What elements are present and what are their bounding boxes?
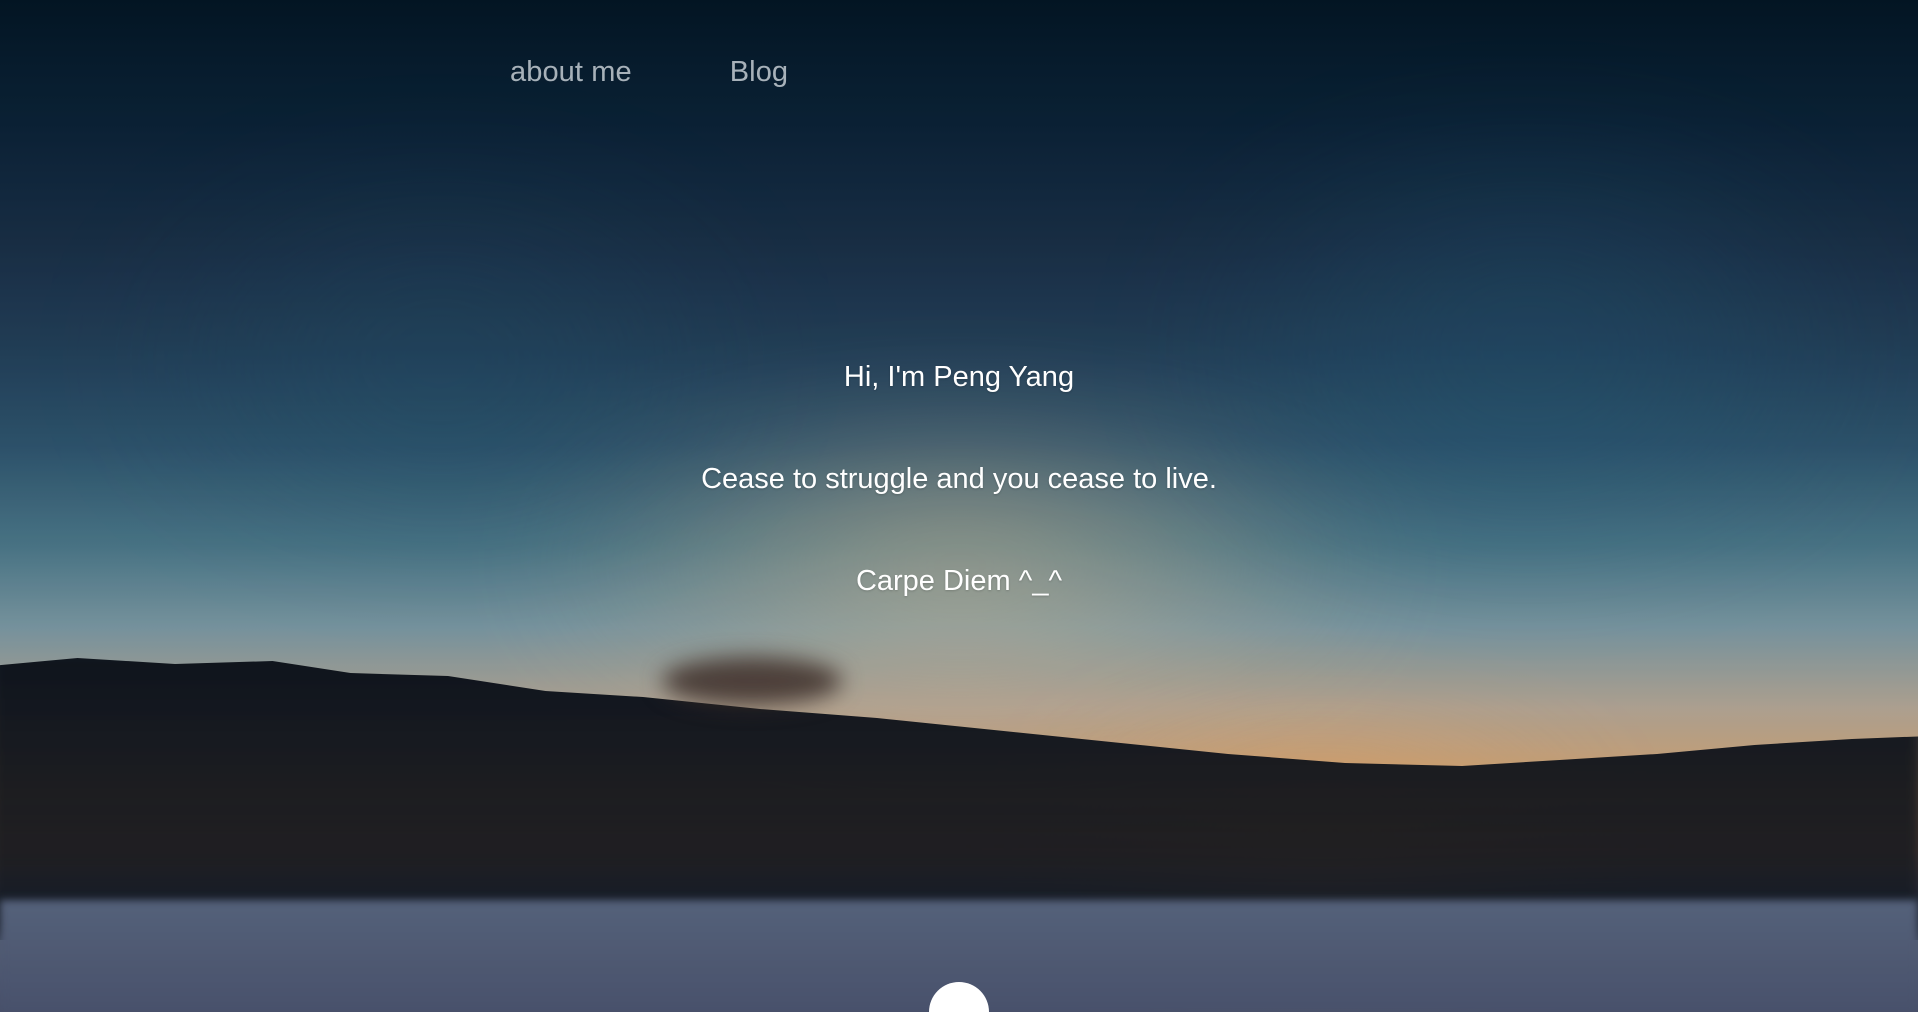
- top-navigation: about me Blog: [510, 56, 788, 89]
- hero-section: Hi, I'm Peng Yang Cease to struggle and …: [0, 360, 1918, 598]
- nav-blog-link[interactable]: Blog: [730, 56, 788, 89]
- nav-about-me-link[interactable]: about me: [510, 56, 632, 89]
- hero-greeting: Hi, I'm Peng Yang: [843, 361, 1075, 393]
- homepage: about me Blog Hi, I'm Peng Yang Cease to…: [0, 0, 1918, 1012]
- hero-quote: Cease to struggle and you cease to live.: [701, 462, 1217, 495]
- hero-tagline: Carpe Diem ^_^: [855, 564, 1063, 597]
